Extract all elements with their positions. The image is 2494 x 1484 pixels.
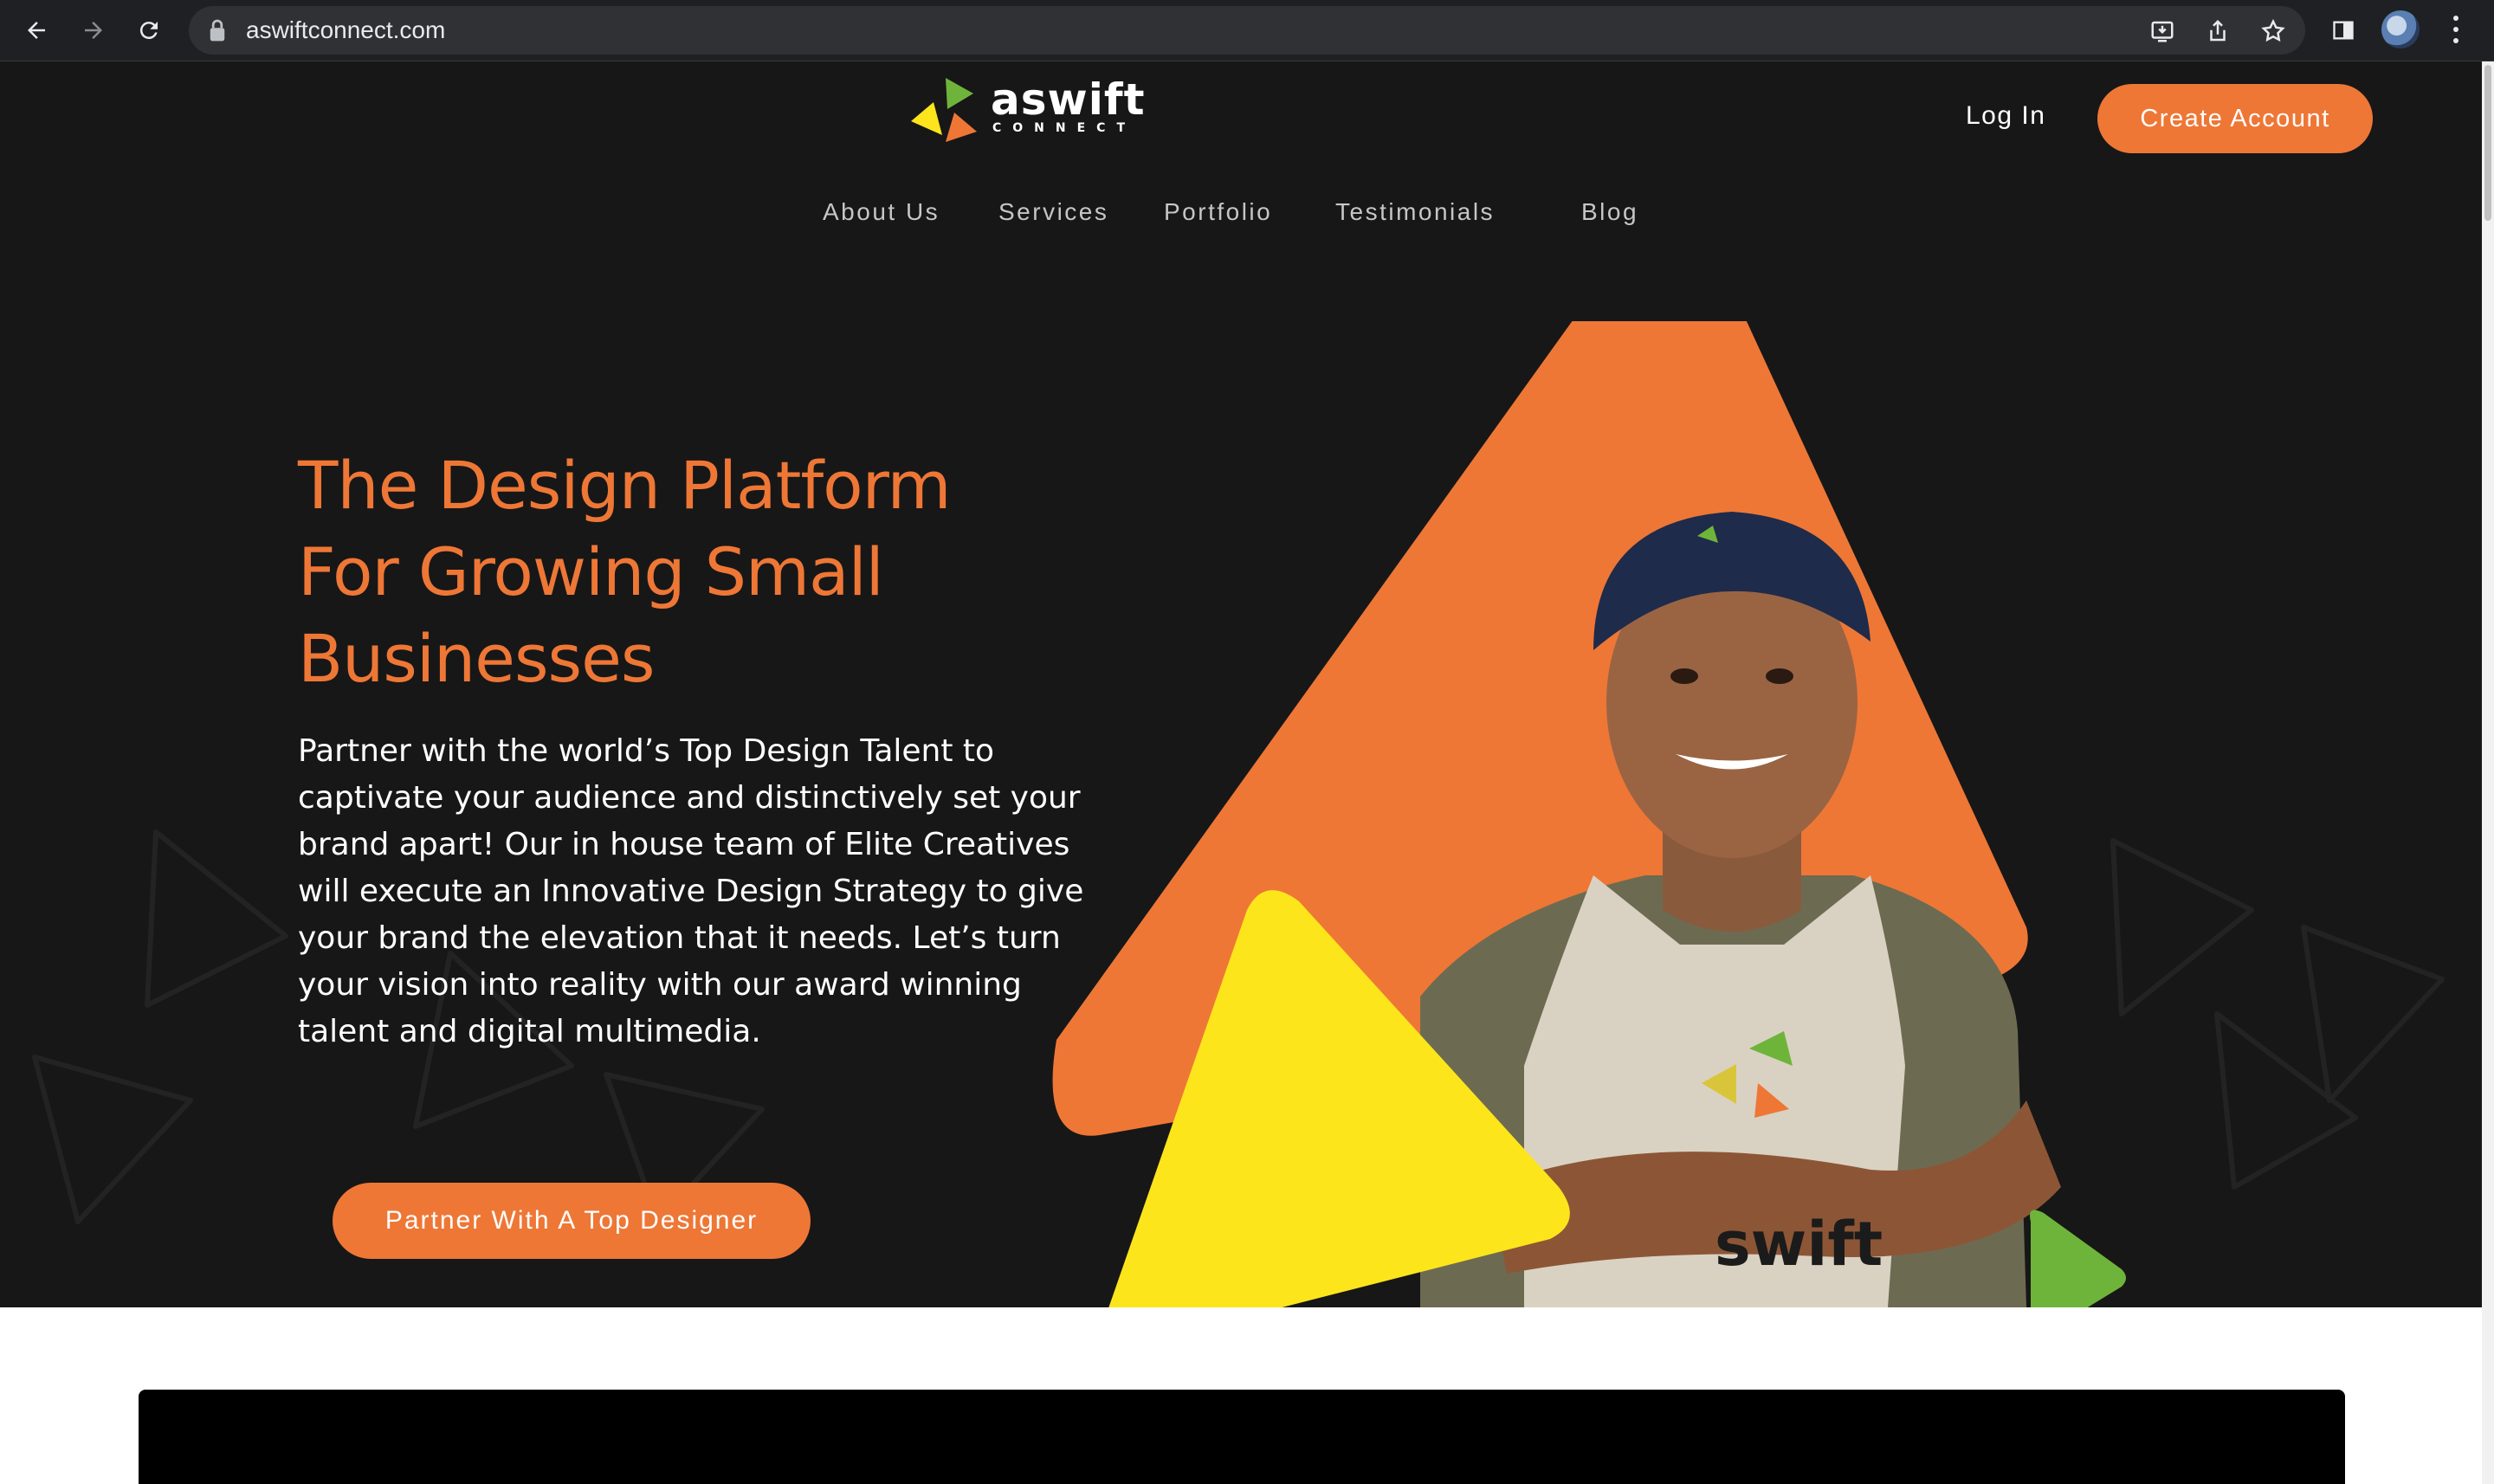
nav-item-portfolio[interactable]: Portfolio (1164, 198, 1272, 233)
hero-description: Partner with the world’s Top Design Tale… (298, 728, 1084, 1055)
install-icon[interactable] (2149, 18, 2175, 44)
description-line: captivate your audience and distinctivel… (298, 780, 1081, 816)
url-text: aswiftconnect.com (246, 16, 446, 43)
description-line: your brand the elevation that it needs. … (298, 920, 1061, 956)
logo-wordmark: aswift (991, 74, 1146, 125)
side-panel-icon[interactable] (2324, 11, 2362, 49)
brand-logo[interactable]: aswift CONNECT (908, 74, 1145, 142)
headline-line: Businesses (298, 620, 656, 697)
partner-designer-button[interactable]: Partner With A Top Designer (333, 1183, 811, 1259)
hero-illustration: swift (1052, 321, 2126, 1307)
video-section[interactable] (139, 1390, 2345, 1484)
nav-item-blog[interactable]: Blog (1581, 198, 1638, 233)
lock-icon (208, 18, 227, 47)
description-line: Partner with the world’s Top Design Tale… (298, 733, 995, 769)
green-triangle-shape (2030, 1210, 2126, 1307)
description-line: brand apart! Our in house team of Elite … (298, 827, 1070, 862)
nav-item-services[interactable]: Services (998, 198, 1108, 233)
description-line: will execute an Innovative Design Strate… (298, 874, 1084, 909)
headline-line: The Design Platform (298, 447, 952, 524)
hero-section: aswift CONNECT Log In Create Account Abo… (0, 61, 2482, 1307)
apron-text: swift (1715, 1209, 1883, 1280)
logo-triangles-icon (911, 78, 977, 142)
logo-subtitle: CONNECT (992, 121, 1136, 135)
bookmark-star-icon[interactable] (2260, 18, 2286, 44)
forward-arrow-icon[interactable] (74, 11, 113, 49)
browser-toolbar: aswiftconnect.com (0, 0, 2494, 61)
back-arrow-icon[interactable] (17, 11, 55, 49)
description-line: talent and digital multimedia. (298, 1014, 761, 1049)
more-menu-icon[interactable] (2447, 12, 2465, 48)
description-line: your vision into reality with our award … (298, 967, 1022, 1003)
nav-item-testimonials[interactable]: Testimonials (1335, 198, 1495, 233)
headline-line: For Growing Small (298, 533, 884, 610)
hero-headline: The Design Platform For Growing Small Bu… (298, 442, 1008, 702)
nav-item-about-us[interactable]: About Us (823, 198, 940, 233)
login-link[interactable]: Log In (1966, 101, 2045, 131)
share-icon[interactable] (2205, 18, 2231, 44)
scrollbar-thumb[interactable] (2484, 65, 2491, 221)
profile-avatar[interactable] (2381, 10, 2420, 48)
create-account-button[interactable]: Create Account (2097, 84, 2373, 153)
address-bar[interactable]: aswiftconnect.com (189, 6, 2305, 55)
reload-icon[interactable] (130, 11, 168, 49)
page-scrollbar[interactable] (2482, 61, 2494, 1484)
